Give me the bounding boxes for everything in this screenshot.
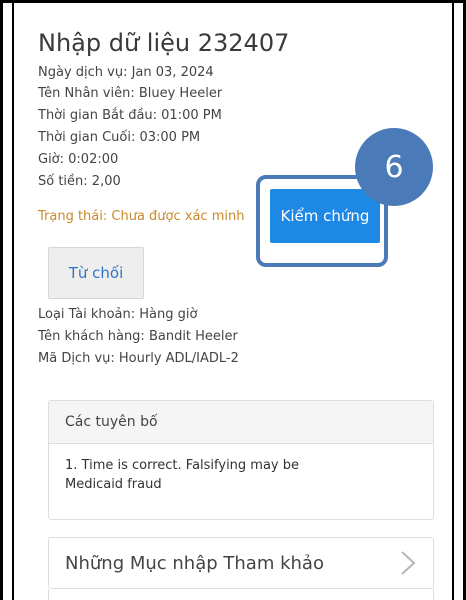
- account-type: Loại Tài khoản: Hàng giờ: [38, 307, 198, 322]
- status-text: Trạng thái: Chưa được xác minh: [38, 209, 245, 224]
- statements-header: Các tuyên bố: [49, 401, 433, 444]
- entry-screen: Nhập dữ liệu 232407 Ngày dịch vụ: Jan 03…: [12, 3, 454, 600]
- reference-entries-link[interactable]: Những Mục nhập Tham khảo: [48, 537, 434, 589]
- reject-button[interactable]: Từ chối: [48, 247, 144, 299]
- service-code: Mã Dịch vụ: Hourly ADL/IADL-2: [38, 351, 239, 366]
- client-name: Tên khách hàng: Bandit Heeler: [38, 329, 238, 344]
- page-title: Nhập dữ liệu 232407: [38, 29, 290, 57]
- reference-entries-label: Những Mục nhập Tham khảo: [65, 552, 324, 574]
- amount: Số tiền: 2,00: [38, 174, 121, 189]
- step-number-badge: 6: [355, 128, 433, 206]
- chevron-right-icon: [401, 551, 416, 575]
- employee-name: Tên Nhân viên: Bluey Heeler: [38, 86, 223, 101]
- statement-text: 1. Time is correct. Falsifying may be Me…: [65, 458, 300, 492]
- hours: Giờ: 0:02:00: [38, 152, 119, 167]
- service-date: Ngày dịch vụ: Jan 03, 2024: [38, 65, 214, 80]
- verify-button[interactable]: Kiểm chứng: [270, 189, 380, 243]
- start-time: Thời gian Bắt đầu: 01:00 PM: [38, 108, 222, 123]
- statements-panel: Các tuyên bố 1. Time is correct. Falsify…: [48, 400, 434, 520]
- end-time: Thời gian Cuối: 03:00 PM: [38, 130, 201, 145]
- next-list-item-edge: [48, 589, 434, 600]
